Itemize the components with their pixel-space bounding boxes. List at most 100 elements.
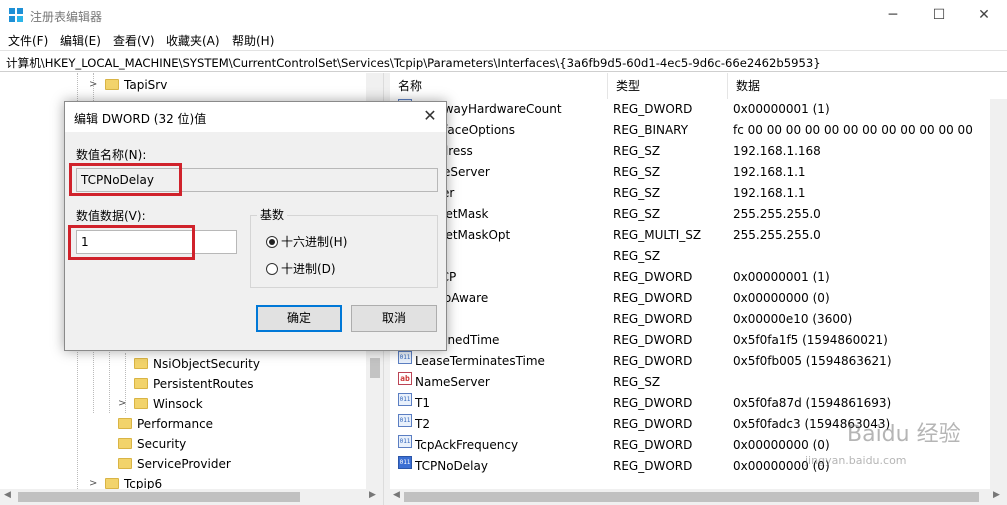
registry-value-row[interactable]: 011REG_DWORD0x00000e10 (3600) — [390, 309, 1007, 330]
tree-item-nsiobjectsecurity[interactable]: NsiObjectSecurity — [134, 354, 260, 374]
tree-item-tcpip6[interactable]: > Tcpip6 — [89, 474, 162, 489]
binary-value-icon: 011 — [398, 393, 412, 406]
value-data: 0x5f0fb005 (1594863621) — [733, 354, 892, 368]
menu-file[interactable]: 文件(F) — [8, 32, 48, 49]
menu-help[interactable]: 帮助(H) — [232, 32, 274, 49]
regedit-app-icon — [9, 8, 23, 22]
registry-value-row[interactable]: 011erNapAwareREG_DWORD0x00000000 (0) — [390, 288, 1007, 309]
value-type: REG_DWORD — [613, 459, 693, 473]
registry-value-row[interactable]: abNameServerREG_SZ192.168.1.1 — [390, 162, 1007, 183]
tree-item-winsock[interactable]: > Winsock — [118, 394, 203, 414]
ok-button[interactable]: 确定 — [256, 305, 342, 332]
scroll-left-arrow-icon[interactable]: ◀ — [393, 490, 400, 500]
value-data: 255.255.255.0 — [733, 207, 821, 221]
registry-value-row[interactable]: 011GatewayHardwareCountREG_DWORD0x000000… — [390, 99, 1007, 120]
dialog-titlebar: 编辑 DWORD (32 位)值 ✕ — [65, 102, 446, 132]
address-bar[interactable]: 计算机\HKEY_LOCAL_MACHINE\SYSTEM\CurrentCon… — [0, 50, 1007, 72]
registry-value-row[interactable]: 011 TCPNoDelay REG_DWORD 0x00000000 (0) — [390, 456, 1007, 477]
tree-item-performance[interactable]: Performance — [118, 414, 213, 434]
menu-favorites[interactable]: 收藏夹(A) — [166, 32, 220, 49]
value-type: REG_DWORD — [613, 312, 693, 326]
values-horizontal-scrollbar[interactable]: ◀ ▶ — [390, 489, 1007, 505]
tree-item-label: NsiObjectSecurity — [153, 357, 260, 371]
column-header-name[interactable]: 名称 — [390, 73, 608, 99]
tree-item-security[interactable]: Security — [118, 434, 186, 454]
registry-value-row[interactable]: abSubnetMaskREG_SZ255.255.255.0 — [390, 204, 1007, 225]
dialog-title: 编辑 DWORD (32 位)值 — [74, 112, 207, 126]
registry-value-row[interactable]: abSubnetMaskOptREG_MULTI_SZ255.255.255.0 — [390, 225, 1007, 246]
scroll-left-arrow-icon[interactable]: ◀ — [4, 490, 11, 500]
baidu-watermark: Baidu 经验 — [847, 422, 961, 447]
value-name: T1 — [415, 396, 430, 410]
tree-horizontal-scrollbar[interactable]: ◀ ▶ — [0, 489, 383, 505]
tree-item-persistentroutes[interactable]: PersistentRoutes — [134, 374, 253, 394]
binary-value-icon: 011 — [398, 351, 412, 364]
minimize-button[interactable]: ─ — [870, 0, 916, 30]
tree-hscroll-thumb[interactable] — [18, 492, 300, 502]
value-data: 0x00000e10 (3600) — [733, 312, 853, 326]
chevron-right-icon[interactable]: > — [89, 75, 97, 95]
value-name: LeaseTerminatesTime — [415, 354, 545, 368]
scroll-right-arrow-icon[interactable]: ▶ — [369, 490, 376, 500]
maximize-button[interactable]: ☐ — [916, 0, 962, 30]
highlight-box-data — [68, 225, 195, 260]
address-path[interactable]: 计算机\HKEY_LOCAL_MACHINE\SYSTEM\CurrentCon… — [6, 55, 821, 71]
tree-item-serviceprovider[interactable]: ServiceProvider — [118, 454, 231, 474]
value-name: TCPNoDelay — [415, 459, 488, 473]
hex-radio-option[interactable]: 十六进制(H) — [266, 234, 347, 250]
hex-radio-label: 十六进制(H) — [281, 235, 348, 249]
tree-item-label: Winsock — [153, 397, 203, 411]
menu-view[interactable]: 查看(V) — [113, 32, 155, 49]
chevron-right-icon[interactable]: > — [89, 474, 97, 489]
value-type: REG_DWORD — [613, 333, 693, 347]
folder-icon — [105, 79, 119, 90]
value-type: REG_DWORD — [613, 102, 693, 116]
close-button[interactable]: ✕ — [961, 0, 1007, 30]
decimal-radio-option[interactable]: 十进制(D) — [266, 261, 336, 277]
value-type: REG_SZ — [613, 186, 661, 200]
cancel-button[interactable]: 取消 — [351, 305, 437, 332]
registry-value-row[interactable]: abinREG_SZ — [390, 246, 1007, 267]
value-name: NameServer — [415, 375, 490, 389]
column-header-type[interactable]: 类型 — [608, 73, 728, 99]
registry-value-row[interactable]: 011eDHCPREG_DWORD0x00000001 (1) — [390, 267, 1007, 288]
value-type: REG_SZ — [613, 249, 661, 263]
value-name: TcpAckFrequency — [415, 438, 519, 452]
tree-item-tapisrv[interactable]: > TapiSrv — [89, 75, 167, 95]
tree-scroll-thumb[interactable] — [370, 358, 380, 378]
chevron-right-icon[interactable]: > — [118, 394, 126, 414]
registry-value-row[interactable]: 011 T1 REG_DWORD 0x5f0fa87d (1594861693) — [390, 393, 1007, 414]
registry-value-row[interactable]: 011InterfaceOptionsREG_BINARYfc 00 00 00… — [390, 120, 1007, 141]
binary-value-icon: 011 — [398, 435, 412, 448]
value-type: REG_DWORD — [613, 417, 693, 431]
binary-value-icon: 011 — [398, 456, 412, 469]
folder-icon — [105, 478, 119, 489]
values-hscroll-thumb[interactable] — [404, 492, 979, 502]
value-type: REG_DWORD — [613, 438, 693, 452]
decimal-radio-label: 十进制(D) — [281, 262, 336, 276]
folder-icon — [118, 458, 132, 469]
value-data: 0x00000001 (1) — [733, 102, 830, 116]
tree-guide-line — [109, 343, 110, 413]
tree-item-label: Performance — [137, 417, 214, 431]
value-type: REG_DWORD — [613, 291, 693, 305]
folder-icon — [134, 378, 148, 389]
radio-selected-icon[interactable] — [266, 236, 278, 248]
tree-item-label: PersistentRoutes — [153, 377, 254, 391]
value-type: REG_SZ — [613, 144, 661, 158]
value-data: 192.168.1.168 — [733, 144, 821, 158]
radio-unselected-icon[interactable] — [266, 263, 278, 275]
dialog-close-button[interactable]: ✕ — [420, 106, 440, 126]
registry-value-row[interactable]: 011ObtainedTimeREG_DWORD0x5f0fa1f5 (1594… — [390, 330, 1007, 351]
registry-value-row[interactable]: ab NameServer REG_SZ — [390, 372, 1007, 393]
registry-value-row[interactable]: 011 LeaseTerminatesTime REG_DWORD 0x5f0fb00… — [390, 351, 1007, 372]
menu-edit[interactable]: 编辑(E) — [60, 32, 101, 49]
value-name: T2 — [415, 417, 430, 431]
window-titlebar: 注册表编辑器 ─ ☐ ✕ — [0, 0, 1007, 30]
tree-item-label: ServiceProvider — [137, 457, 231, 471]
registry-value-row[interactable]: abServerREG_SZ192.168.1.1 — [390, 183, 1007, 204]
scroll-right-arrow-icon[interactable]: ▶ — [993, 490, 1000, 500]
column-header-data[interactable]: 数据 — [728, 73, 1007, 99]
values-vertical-scrollbar[interactable] — [990, 99, 1007, 489]
registry-value-row[interactable]: abIPAddressREG_SZ192.168.1.168 — [390, 141, 1007, 162]
